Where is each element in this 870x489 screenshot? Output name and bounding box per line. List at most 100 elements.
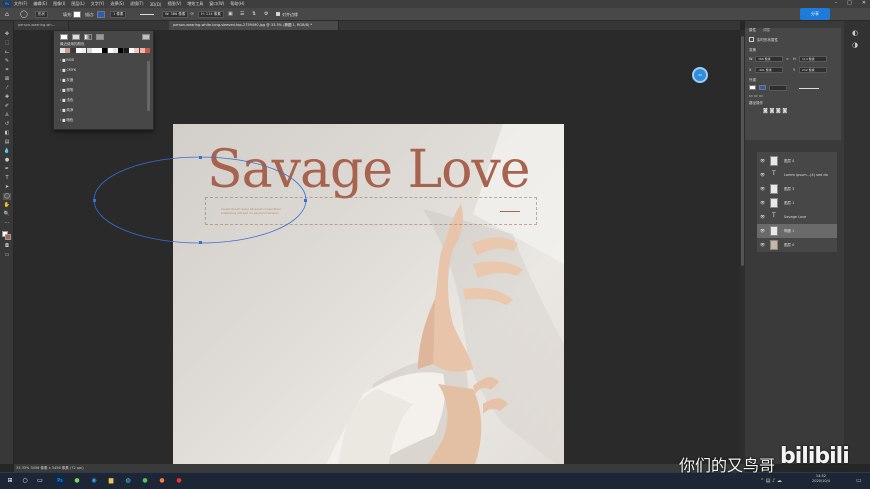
color-swatch[interactable] [81,48,87,53]
folder-label: 浅色 [66,98,74,102]
color-swatch[interactable] [139,48,145,53]
color-swatch[interactable] [91,48,97,53]
color-swatch[interactable] [60,48,65,53]
h-field[interactable]: 114 像素 [799,56,827,62]
color-swatch[interactable] [102,48,108,53]
color-swatch[interactable] [86,48,92,53]
eye-icon[interactable]: 👁 [760,186,765,191]
swatches-scrollbar[interactable] [147,61,150,111]
tab-properties[interactable]: 属性 [749,28,756,33]
notification-icon[interactable]: ▭ [856,477,862,484]
link-icon[interactable]: ∞ [786,57,789,61]
eye-icon[interactable]: 👁 [760,158,765,163]
app-taskbar-icon[interactable]: ● [157,476,167,486]
layer-name: Savage Love [784,215,807,219]
color-swatch[interactable] [123,48,129,53]
eye-icon[interactable]: 👁 [760,242,765,247]
eye-icon[interactable]: 👁 [760,228,765,233]
folder-taskbar-icon[interactable]: ▆ [106,476,116,486]
swatches-popup: 最近使用的颜色 › ▆ RGB › ▆ CMYK › ▆ 灰度 › ▆ 蜡笔 ›… [53,30,154,130]
anchor-right[interactable] [304,199,307,202]
eye-icon[interactable]: 👁 [760,172,765,177]
swatch-folder-pastel[interactable]: › ▆ 蜡笔 [60,86,146,94]
stroke-style-line[interactable] [799,88,819,89]
vertical-scrollbar-thumb[interactable] [741,36,744,266]
app-taskbar-icon[interactable]: ◍ [123,476,133,486]
eye-icon[interactable]: 👁 [760,200,765,205]
tab-adjustments[interactable]: 调整 [763,28,770,33]
anchor-bottom[interactable] [199,241,202,244]
swatch-folder-pure[interactable]: › ▆ 纯净 [60,106,146,114]
y-field[interactable]: 232 像素 [799,67,827,73]
wechat-taskbar-icon[interactable]: ● [72,476,82,486]
stroke-width-field[interactable] [769,85,787,91]
text-layer-icon: T [772,170,776,177]
color-swatch[interactable] [65,48,71,53]
layer-row[interactable]: 👁 图层 4 [757,154,837,168]
color-swatch[interactable] [118,48,124,53]
color-swatch[interactable] [128,48,134,53]
layers-panel: 👁 图层 4 👁 T Lorem ipsum...(4) sed do 👁 图层 3 👁… [757,152,837,252]
shape-icon [749,37,754,42]
anchor-top[interactable] [199,156,202,159]
layer-thumb [770,198,778,208]
transform-label: 变换 [749,48,756,52]
swatch-folder-light[interactable]: › ▆ 浅色 [60,96,146,104]
eye-icon[interactable]: 👁 [760,214,765,219]
collapsed-panel-strip: ◐ ◑ [844,21,870,464]
taskbar-clock[interactable]: 14:52 2020/10/4 [812,474,830,484]
layer-name: 图层 3 [784,187,795,191]
section-label: 实时形状属性 [757,38,778,42]
x-field[interactable]: -491 像素 [755,67,783,73]
color-picker-icon[interactable] [142,34,150,40]
adjust-panel-icon[interactable]: ◑ [852,41,858,49]
app-taskbar-icon[interactable]: ● [140,476,150,486]
layer-row[interactable]: 👁 图层 1 [757,196,837,210]
color-swatch[interactable] [97,48,103,53]
color-panel-icon[interactable]: ◐ [852,29,858,37]
layer-row[interactable]: 👁 T Lorem ipsum...(4) sed do [757,168,837,182]
layer-row-selected[interactable]: 👁 椭圆 1 [757,224,837,238]
anchor-left[interactable] [93,199,96,202]
layer-name: 图层 0 [784,243,795,247]
color-swatch[interactable] [70,48,76,53]
h-label: H [793,57,796,61]
system-tray-icons[interactable]: ⌃ ▤ ♪ ☁ [760,478,782,484]
swatch-folder-rgb[interactable]: › ▆ RGB [60,56,146,64]
color-swatch[interactable] [134,48,140,53]
layer-row[interactable]: 👁 图层 3 [757,182,837,196]
layer-row[interactable]: 👁 T Savage Love [757,210,837,224]
fill-swatch[interactable] [749,85,756,90]
appearance-label: 外观 [749,78,756,82]
windows-start-icon[interactable]: ⊞ [5,476,15,486]
folder-label: 纯净 [66,108,74,112]
swatch-mode-pattern[interactable] [96,34,104,40]
align-stroke-icon[interactable]: ▭ ▭ ▭ [749,93,763,98]
color-swatch[interactable] [113,48,118,53]
color-swatch[interactable] [75,48,81,53]
color-swatch[interactable] [107,48,113,53]
w-field[interactable]: 386 像素 [755,56,783,62]
folder-label: 暗色 [66,118,74,122]
layer-row[interactable]: 👁 图层 0 [757,238,837,252]
status-bar: 33.33% 3456 像素 x 3456 像素 (72 ppi) [14,464,745,472]
swatch-mode-solid[interactable] [72,34,80,40]
layer-name: 椭圆 1 [784,229,795,233]
folder-label: 灰度 [66,78,74,82]
stroke-swatch[interactable] [759,85,766,90]
search-icon[interactable]: ○ [20,476,30,486]
w-label: W [749,57,753,61]
ellipse-shape[interactable] [93,156,307,244]
swatch-mode-none[interactable] [60,34,68,40]
task-view-icon[interactable]: ▭ [35,476,45,486]
floating-badge[interactable]: 32 [692,67,708,83]
swatch-folder-cmyk[interactable]: › ▆ CMYK [60,66,146,74]
swatch-folder-dark[interactable]: › ▆ 暗色 [60,116,146,124]
app-taskbar-icon[interactable]: ● [174,476,184,486]
browser-taskbar-icon[interactable]: ◉ [89,476,99,486]
color-swatch[interactable] [144,48,150,53]
swatch-folder-gray[interactable]: › ▆ 灰度 [60,76,146,84]
photoshop-taskbar-icon[interactable]: Ps [55,476,65,486]
swatch-mode-gradient[interactable] [84,34,92,40]
combine-icon[interactable]: ◙ ◙ ◙ ◙ [763,108,787,114]
